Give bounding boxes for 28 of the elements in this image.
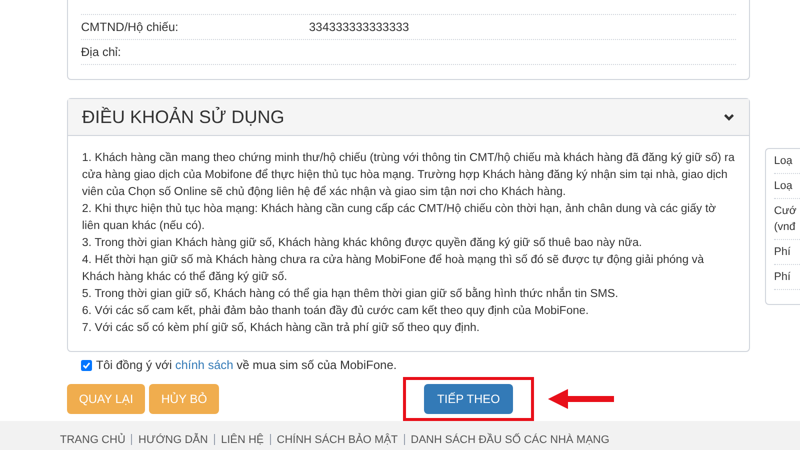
side-label: Cướ (774, 204, 798, 219)
side-label: Phí (774, 270, 792, 285)
side-label: Loạ (774, 154, 794, 169)
field-value: 334333333333333 (309, 19, 410, 36)
footer-link[interactable]: TRANG CHỦ (60, 432, 126, 448)
field-label: Địa chỉ: (81, 44, 122, 61)
policy-link[interactable]: chính sách (175, 358, 234, 372)
terms-paragraph: 5. Trong thời gian giữ số, Khách hàng có thể gia hạn thêm thời gian giữ số bằng hình thức nhắn tin SMS. (82, 286, 620, 302)
terms-paragraph: 4. Hết thời hạn giữ số mà Khách hàng chưa ra cửa hàng MobiFone để hoà mạng thì số đó sẽ được tự động giải phóng và Khách hàng khác có thể đăng ký giữ số. (82, 252, 705, 285)
side-label: (vnđ (774, 220, 796, 235)
agree-checkbox[interactable] (81, 360, 92, 370)
terms-paragraph: 1. Khách hàng cần mang theo chứng minh thư/hộ chiếu (trùng với thông tin CMT/hộ chiếu mà khách hàng đã đăng ký giữ số) ra cửa hàng giao dịch của Mobifone để thực hiện thủ tục hòa mạng. Trường hợp Khách hàng đăng ký nhận sim tại nhà, giao dịch viên của Chọn số Online sẽ chủ động liên hệ để xác nhận và giao sim tận nơi cho Khách hàng. (82, 151, 735, 200)
side-label: Loạ (774, 179, 794, 194)
footer-link[interactable]: LIÊN HỆ (220, 432, 264, 448)
footer-link[interactable]: HƯỚNG DẪN (138, 432, 208, 448)
terms-paragraph: 7. Với các số có kèm phí giữ số, Khách hàng cần trả phí giữ số theo quy định. (82, 321, 481, 336)
arrow-icon (546, 387, 616, 411)
terms-title: ĐIỀU KHOẢN SỬ DỤNG (82, 106, 284, 128)
footer-link[interactable]: CHÍNH SÁCH BẢO MẬT (276, 432, 398, 448)
agree-text: Tôi đồng ý với chính sách về mua sim số của MobiFone. (96, 357, 397, 374)
footer-link[interactable]: DANH SÁCH ĐẦU SỐ CÁC NHÀ MẠNG (410, 432, 610, 448)
terms-header[interactable]: ĐIỀU KHOẢN SỬ DỤNG (68, 99, 749, 136)
side-label: Phí (774, 245, 792, 260)
terms-paragraph: 6. Với các số cam kết, phải đảm bảo thanh toán đầy đủ cước cam kết theo quy định của MobiFone. (82, 304, 590, 319)
next-button[interactable]: TIẾP THEO (424, 384, 514, 414)
field-label: CMTND/Hộ chiếu: (81, 19, 180, 36)
terms-paragraph: 3. Trong thời gian Khách hàng giữ số, Khách hàng khác không được quyền đăng ký giữ số thuê bao này nữa. (82, 236, 643, 251)
terms-paragraph: 2. Khi thực hiện thủ tục hòa mạng: Khách hàng cần cung cấp các CMT/Hộ chiếu còn thời hạn, ảnh chân dung và các giấy tờ liên quan khác (nếu có). (82, 202, 717, 234)
